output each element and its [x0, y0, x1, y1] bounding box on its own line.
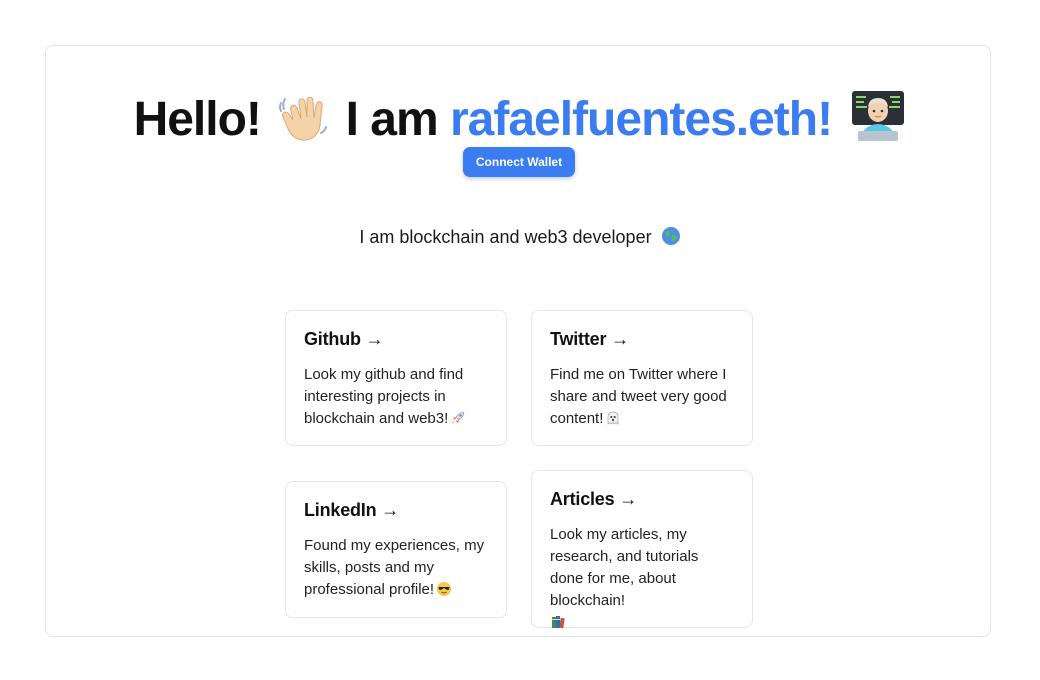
sunglasses-face-icon [437, 582, 452, 596]
github-card[interactable]: Github → Look my github and find interes… [285, 310, 507, 446]
globe-icon [661, 227, 680, 245]
linkedin-card-description: Found my experiences, my skills, posts a… [304, 537, 485, 598]
twitter-card-description: Find me on Twitter where I share and twe… [550, 366, 727, 427]
github-card-title: Github → [304, 329, 384, 349]
articles-card-description: Look my articles, my research, and tutor… [550, 524, 734, 634]
ens-name: rafaelfuentes.eth! [449, 93, 833, 146]
hero-heading: Hello! I am rafaelfuentes.eth! [0, 88, 1040, 152]
ghost-icon [608, 411, 619, 425]
rocket-icon [452, 411, 465, 424]
greeting-text: Hello! [133, 93, 262, 146]
waving-hand-icon [279, 96, 328, 141]
books-icon [552, 616, 565, 629]
intro-text: I am [345, 93, 439, 146]
twitter-card-title: Twitter → [550, 329, 629, 349]
articles-card[interactable]: Articles → Look my articles, my research… [531, 470, 753, 629]
linkedin-card-title: LinkedIn → [304, 500, 400, 520]
tagline: I am blockchain and web3 developer [0, 226, 1040, 248]
tagline-text: I am blockchain and web3 developer [359, 227, 652, 247]
linkedin-card[interactable]: LinkedIn → Found my experiences, my skil… [285, 481, 507, 618]
connect-wallet-button[interactable]: Connect Wallet [463, 147, 575, 177]
twitter-card[interactable]: Twitter → Find me on Twitter where I sha… [531, 310, 753, 446]
articles-card-title: Articles → [550, 489, 638, 509]
github-card-description: Look my github and find interesting proj… [304, 364, 488, 430]
technologist-icon [852, 91, 905, 141]
